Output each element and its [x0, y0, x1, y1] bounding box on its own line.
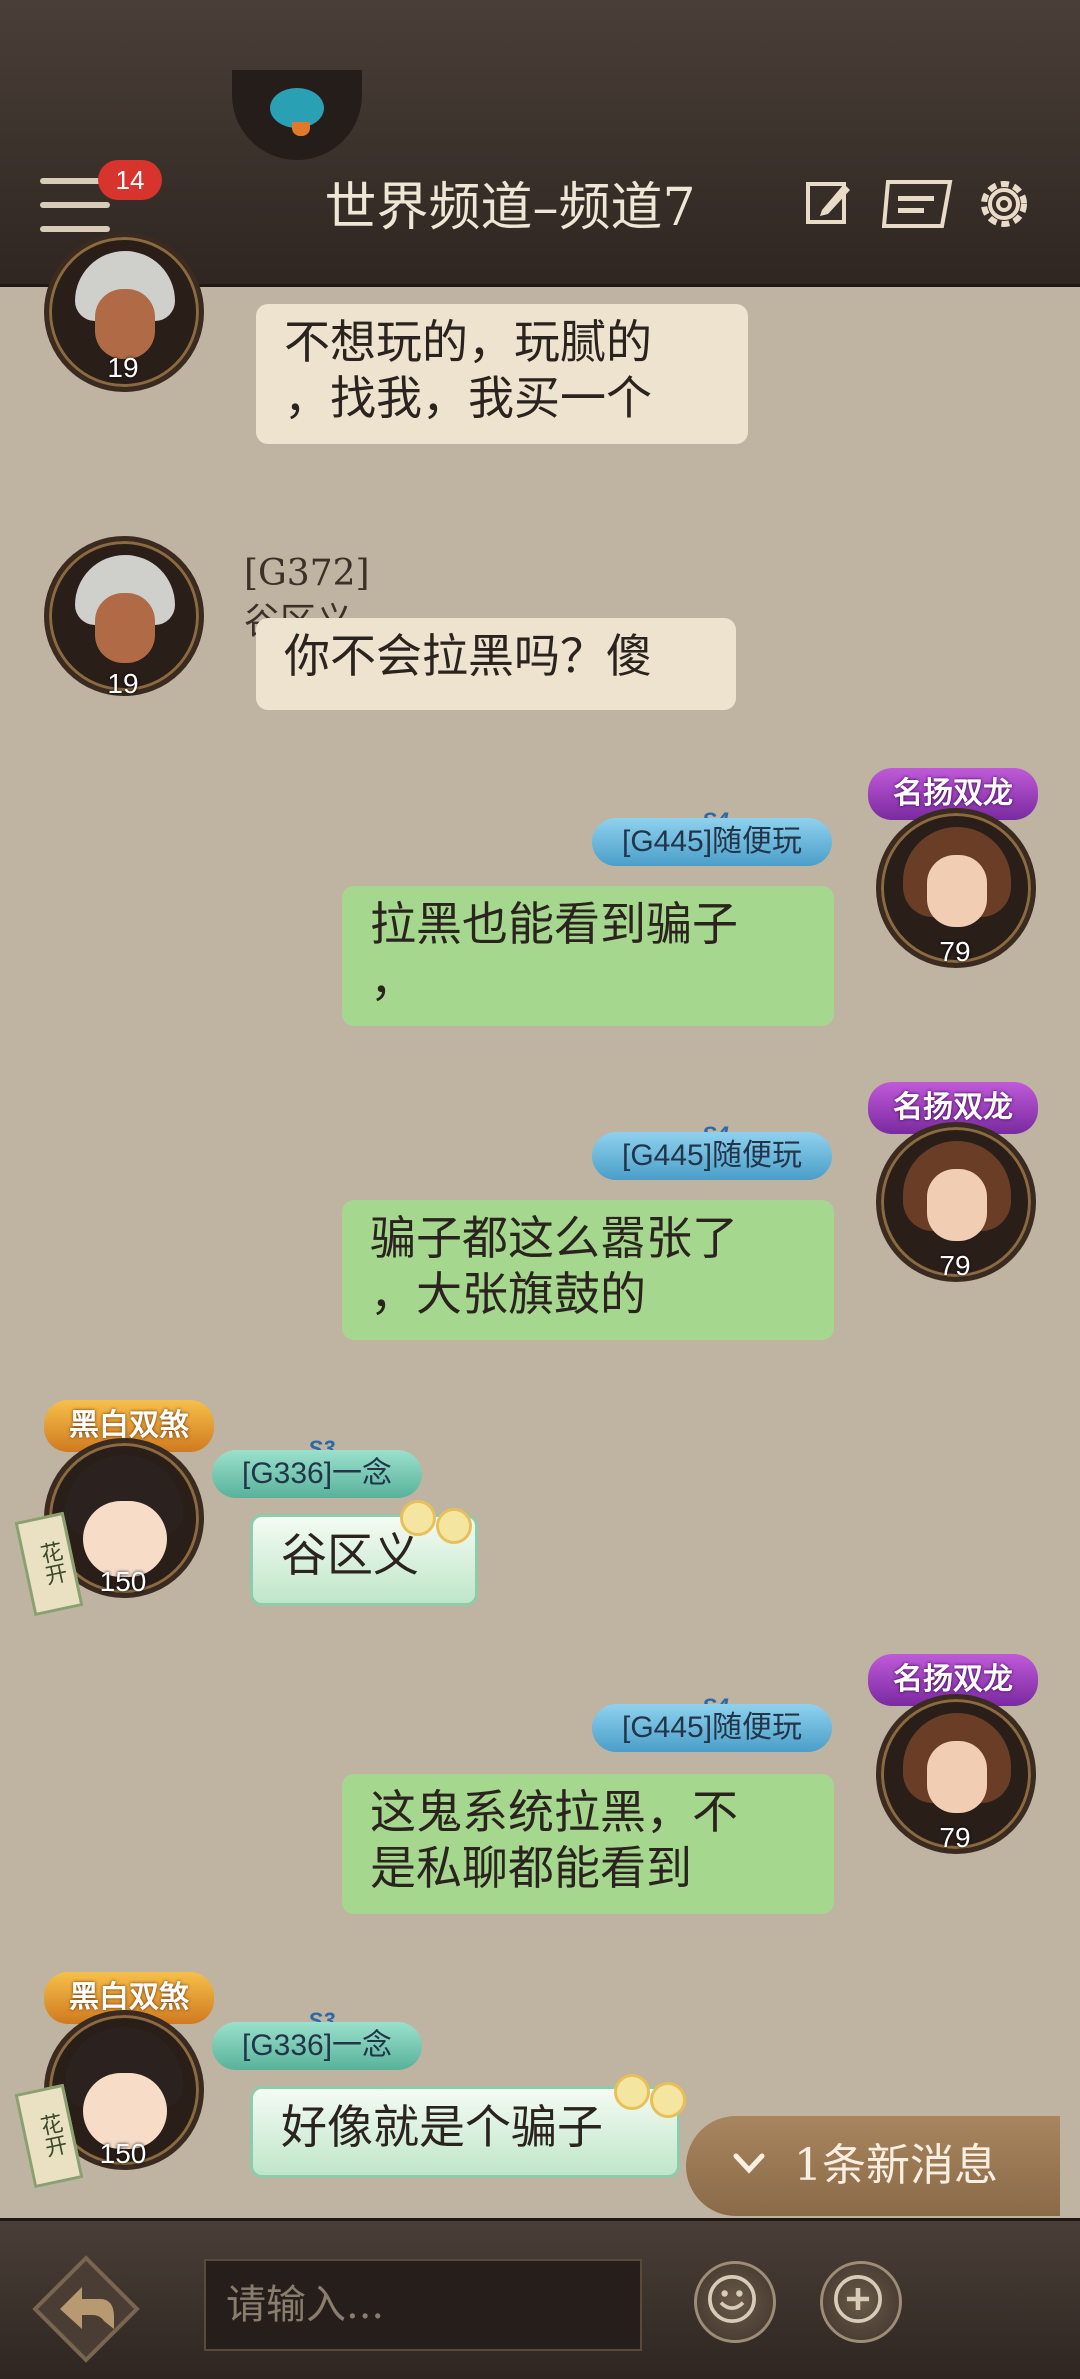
plus-icon	[834, 2275, 882, 2323]
channel-avatar	[232, 70, 362, 160]
new-messages-button[interactable]: 1条新消息	[686, 2116, 1060, 2216]
edit-icon[interactable]	[804, 178, 852, 226]
sender-name[interactable]: [G336]一念	[212, 2022, 423, 2070]
sender-name[interactable]: [G336]一念	[212, 1450, 423, 1498]
smiley-icon	[708, 2275, 756, 2323]
unread-badge: 14	[98, 160, 162, 200]
gear-icon[interactable]	[972, 172, 1036, 236]
level-label: 19	[107, 352, 139, 383]
message-bubble[interactable]: 不想玩的，玩腻的 ，找我，我买一个	[256, 304, 748, 444]
new-messages-label: 1条新消息	[794, 2140, 998, 2191]
message-input[interactable]	[204, 2259, 642, 2351]
note-icon[interactable]	[882, 178, 954, 230]
level-label: 79	[939, 936, 971, 967]
level-label: 19	[107, 668, 139, 699]
add-button[interactable]	[820, 2261, 902, 2343]
chevron-down-icon	[733, 2153, 765, 2174]
flower-decoration	[614, 2074, 650, 2110]
sender-name[interactable]: [G445]随便玩	[592, 818, 833, 866]
sender-name[interactable]: [G445]随便玩	[592, 1132, 833, 1180]
message-bubble[interactable]: 这鬼系统拉黑，不 是私聊都能看到	[342, 1774, 834, 1914]
level-label: 79	[939, 1250, 971, 1281]
level-label: 150	[99, 1566, 147, 1597]
level-label: 79	[939, 1822, 971, 1853]
emoji-button[interactable]	[694, 2261, 776, 2343]
message-bubble[interactable]: 你不会拉黑吗？傻	[256, 618, 736, 710]
flower-decoration	[400, 1500, 436, 1536]
level-label: 150	[99, 2138, 147, 2169]
sender-name[interactable]: [G445]随便玩	[592, 1704, 833, 1752]
flower-decoration	[650, 2082, 686, 2118]
channel-title[interactable]: 世界频道–频道7	[270, 168, 750, 248]
back-icon[interactable]	[28, 2251, 144, 2367]
message-bubble[interactable]: 拉黑也能看到骗子 ，	[342, 886, 834, 1026]
message-bubble[interactable]: 骗子都这么嚣张了 ，大张旗鼓的	[342, 1200, 834, 1340]
flower-decoration	[436, 1508, 472, 1544]
bottom-bar	[0, 2218, 1080, 2379]
